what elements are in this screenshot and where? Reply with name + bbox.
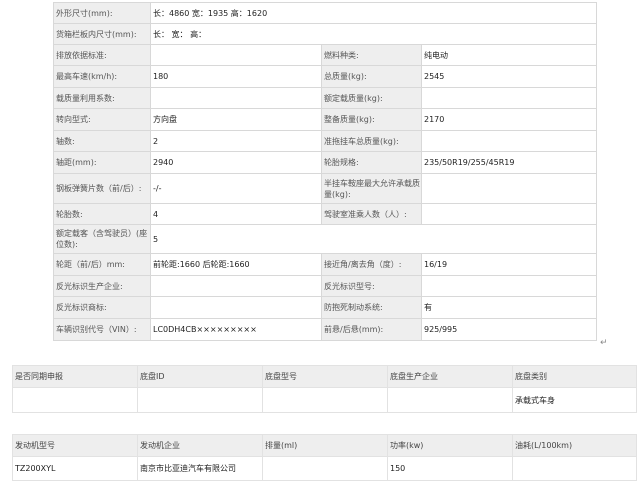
- chassis-header-id: 底盘ID: [137, 365, 263, 388]
- spec-value: 有: [420, 296, 598, 319]
- spec-label: 反光标识生产企业:: [53, 275, 151, 297]
- spec-row: 转向型式: 方向盘 整备质量(kg): 2170: [53, 108, 598, 131]
- spec-row: 载质量利用系数: 额定载质量(kg):: [53, 87, 598, 109]
- spec-value: [150, 87, 322, 109]
- spec-label: 额定载质量(kg):: [321, 87, 422, 109]
- chassis-cell-model: [262, 387, 388, 413]
- spec-value: [150, 275, 322, 297]
- spec-label: 防抱死制动系统:: [321, 296, 422, 319]
- spec-value: 方向盘: [150, 108, 322, 131]
- vehicle-spec-table: 外形尺寸(mm): 长：4860 宽：1935 高：1620 货箱栏板内尺寸(mm)…: [53, 2, 598, 341]
- spec-label: 接近角/离去角（度）:: [321, 253, 422, 276]
- spec-value: [150, 296, 322, 319]
- chassis-table: 是否同期申报 底盘ID 底盘型号 底盘生产企业 底盘类别 承载式车身: [12, 365, 637, 413]
- spec-label: 载质量利用系数:: [53, 87, 151, 109]
- spec-label: 轮距（前/后）mm:: [53, 253, 151, 276]
- spec-row: 反光标识生产企业: 反光标识型号:: [53, 275, 598, 297]
- spec-label: 准拖挂车总质量(kg):: [321, 130, 422, 152]
- chassis-header-type: 底盘类别: [512, 365, 637, 388]
- spec-label: 轮胎规格:: [321, 151, 422, 174]
- spec-value: -/-: [150, 173, 322, 204]
- engine-cell-model: TZ200XYL: [12, 456, 138, 481]
- spec-row: 额定载客（含驾驶员）(座位数): 5: [53, 224, 598, 254]
- spec-row: 轮距（前/后）mm: 前轮距:1660 后轮距:1660 接近角/离去角（度）: 16…: [53, 253, 598, 276]
- spec-value: LC0DH4CB×××××××××: [150, 318, 322, 341]
- spec-label: 总质量(kg):: [321, 65, 422, 88]
- engine-header-fuel: 油耗(L/100km): [512, 434, 637, 457]
- spec-value: 4: [150, 203, 322, 225]
- spec-value: [420, 87, 598, 109]
- spec-value: 纯电动: [420, 44, 598, 66]
- spec-value: 前轮距:1660 后轮距:1660: [150, 253, 322, 276]
- spec-row: 轮胎数: 4 驾驶室准乘人数（人）:: [53, 203, 598, 225]
- spec-value: 235/50R19/255/45R19: [420, 151, 598, 174]
- spec-value: [420, 130, 598, 152]
- spec-label: 反光标识型号:: [321, 275, 422, 297]
- spec-value: 2170: [420, 108, 598, 131]
- spec-label: 轴距(mm):: [53, 151, 151, 174]
- chassis-cell-concurrent: [12, 387, 138, 413]
- spec-row: 最高车速(km/h): 180 总质量(kg): 2545: [53, 65, 598, 88]
- engine-header-maker: 发动机企业: [137, 434, 263, 457]
- spec-value: 2940: [150, 151, 322, 174]
- spec-label: 车辆识别代号（VIN）:: [53, 318, 151, 341]
- chassis-header-concurrent: 是否同期申报: [12, 365, 138, 388]
- spec-value: 长：4860 宽：1935 高：1620: [149, 2, 598, 24]
- spec-label: 钢板弹簧片数（前/后）:: [53, 173, 151, 204]
- spec-value: [420, 203, 598, 225]
- chassis-cell-maker: [387, 387, 513, 413]
- spec-label: 货箱栏板内尺寸(mm):: [53, 23, 151, 45]
- spec-row: 车辆识别代号（VIN）: LC0DH4CB××××××××× 前悬/后悬(mm): 9…: [53, 318, 598, 341]
- spec-label: 反光标识商标:: [53, 296, 151, 319]
- spec-value: [150, 44, 322, 66]
- spec-label: 轴数:: [53, 130, 151, 152]
- spec-label: 最高车速(km/h):: [53, 65, 151, 88]
- engine-cell-fuel: [512, 456, 637, 481]
- spec-value: 2: [150, 130, 322, 152]
- spec-value: [420, 173, 598, 204]
- spec-label: 轮胎数:: [53, 203, 151, 225]
- spec-label: 燃料种类:: [321, 44, 422, 66]
- spec-row: 排放依据标准: 燃料种类: 纯电动: [53, 44, 598, 66]
- engine-header-power: 功率(kw): [387, 434, 513, 457]
- spec-label: 外形尺寸(mm):: [53, 2, 151, 24]
- spec-value: 180: [150, 65, 322, 88]
- chassis-header-model: 底盘型号: [262, 365, 388, 388]
- spec-label: 驾驶室准乘人数（人）:: [321, 203, 422, 225]
- spec-value: 2545: [420, 65, 598, 88]
- spec-label: 整备质量(kg):: [321, 108, 422, 131]
- spec-value: 5: [149, 224, 598, 254]
- spec-row: 轴数: 2 准拖挂车总质量(kg):: [53, 130, 598, 152]
- spec-label: 前悬/后悬(mm):: [321, 318, 422, 341]
- spec-label: 排放依据标准:: [53, 44, 151, 66]
- chassis-cell-id: [137, 387, 263, 413]
- spec-label: 半挂车鞍座最大允许承载质量(kg):: [321, 173, 422, 204]
- spec-row: 轴距(mm): 2940 轮胎规格: 235/50R19/255/45R19: [53, 151, 598, 174]
- spec-row: 货箱栏板内尺寸(mm): 长： 宽： 高：: [53, 23, 598, 45]
- paragraph-return-mark: ↵: [600, 338, 608, 348]
- engine-table: 发动机型号 发动机企业 排量(ml) 功率(kw) 油耗(L/100km) TZ…: [12, 434, 637, 481]
- spec-label: 转向型式:: [53, 108, 151, 131]
- spec-label: 额定载客（含驾驶员）(座位数):: [53, 224, 151, 254]
- spec-value: [420, 275, 598, 297]
- chassis-header-maker: 底盘生产企业: [387, 365, 513, 388]
- chassis-cell-type: 承载式车身: [512, 387, 637, 413]
- engine-header-model: 发动机型号: [12, 434, 138, 457]
- engine-cell-displacement: [262, 456, 388, 481]
- spec-value: 16/19: [420, 253, 598, 276]
- engine-cell-power: 150: [387, 456, 513, 481]
- engine-cell-maker: 南京市比亚迪汽车有限公司: [137, 456, 263, 481]
- spec-row: 外形尺寸(mm): 长：4860 宽：1935 高：1620: [53, 2, 598, 24]
- spec-row: 钢板弹簧片数（前/后）: -/- 半挂车鞍座最大允许承载质量(kg):: [53, 173, 598, 204]
- spec-value: 925/995: [420, 318, 598, 341]
- spec-row: 反光标识商标: 防抱死制动系统: 有: [53, 296, 598, 319]
- engine-header-displacement: 排量(ml): [262, 434, 388, 457]
- spec-value: 长： 宽： 高：: [149, 23, 598, 45]
